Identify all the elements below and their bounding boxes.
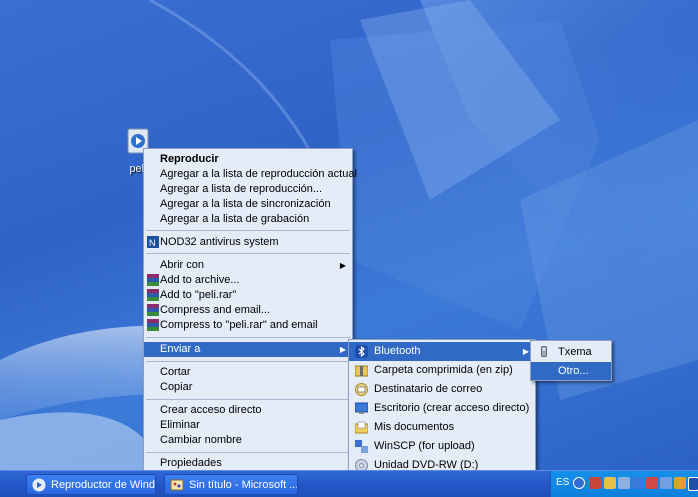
menu-item-crear-acceso-directo[interactable]: Crear acceso directo xyxy=(144,403,352,418)
documents-folder-icon xyxy=(355,421,368,434)
sendto-item-my-documents[interactable]: Mis documentos xyxy=(349,418,535,437)
language-indicator[interactable]: ES xyxy=(556,477,569,488)
winrar-icon xyxy=(147,274,159,286)
winrar-icon xyxy=(147,289,159,301)
bluetooth-icon xyxy=(355,345,368,358)
winscp-icon xyxy=(355,440,368,453)
menu-separator xyxy=(146,253,350,254)
media-player-icon xyxy=(32,478,46,492)
menu-item-nod32[interactable]: N NOD32 antivirus system xyxy=(144,235,352,250)
antivirus-icon[interactable] xyxy=(646,477,658,489)
menu-separator xyxy=(146,361,350,362)
paint-icon xyxy=(170,479,184,491)
nod32-icon: N xyxy=(147,236,159,248)
menu-item-compress-email[interactable]: Compress and email... xyxy=(144,303,352,318)
sendto-item-bluetooth[interactable]: Bluetooth ▶ xyxy=(349,342,535,361)
menu-item-reproducir[interactable]: Reproducir xyxy=(144,152,352,167)
sendto-item-desktop[interactable]: Escritorio (crear acceso directo) xyxy=(349,399,535,418)
winrar-icon xyxy=(147,304,159,316)
submenu-arrow-icon: ▶ xyxy=(339,345,346,354)
volume-icon[interactable] xyxy=(660,477,672,489)
menu-item-enviar-a[interactable]: Enviar a ▶ xyxy=(144,342,352,357)
security-alert-icon[interactable] xyxy=(589,477,601,489)
menu-item-add-to-rar[interactable]: Add to "peli.rar" xyxy=(144,288,352,303)
taskbar-button-media-player[interactable]: Reproductor de Wind... xyxy=(26,474,156,495)
taskbar-button-paint[interactable]: Sin título - Microsoft ... xyxy=(164,474,298,495)
battery-icon[interactable] xyxy=(674,477,686,489)
menu-separator xyxy=(146,399,350,400)
submenu-arrow-icon: ▶ xyxy=(522,347,529,356)
sendto-item-winscp[interactable]: WinSCP (for upload) xyxy=(349,437,535,456)
menu-item-eliminar[interactable]: Eliminar xyxy=(144,418,352,433)
system-tray: ES xyxy=(550,471,698,497)
bluetooth-submenu: Txema Otro... xyxy=(530,340,612,381)
mail-icon xyxy=(355,383,368,396)
menu-separator xyxy=(146,230,350,231)
menu-separator xyxy=(146,337,350,338)
menu-item-cortar[interactable]: Cortar xyxy=(144,365,352,380)
menu-item-propiedades[interactable]: Propiedades xyxy=(144,456,352,471)
desktop-shortcut-icon xyxy=(355,402,368,414)
bt-item-txema[interactable]: Txema xyxy=(531,343,611,361)
display-icon[interactable] xyxy=(632,477,644,489)
menu-item-add-to-archive[interactable]: Add to archive... xyxy=(144,273,352,288)
bt-item-otro[interactable]: Otro... xyxy=(531,362,611,380)
menu-item-add-burn-list[interactable]: Agregar a la lista de grabación xyxy=(144,212,352,227)
sendto-item-mail-recipient[interactable]: Destinatario de correo xyxy=(349,380,535,399)
tray-expand-icon[interactable] xyxy=(573,477,585,489)
sendto-item-zip-folder[interactable]: Carpeta comprimida (en zip) xyxy=(349,361,535,380)
menu-separator xyxy=(146,452,350,453)
taskbar: Reproductor de Wind... Sin título - Micr… xyxy=(0,470,698,497)
sendto-submenu: Bluetooth ▶ Carpeta comprimida (en zip) … xyxy=(348,339,536,480)
context-menu: Reproducir Agregar a la lista de reprodu… xyxy=(143,148,357,472)
menu-item-add-playlist[interactable]: Agregar a lista de reproducción... xyxy=(144,182,352,197)
pen-icon[interactable] xyxy=(618,477,630,489)
media-control-icon[interactable] xyxy=(688,477,698,491)
menu-item-compress-rar-email[interactable]: Compress to "peli.rar" and email xyxy=(144,318,352,333)
menu-item-copiar[interactable]: Copiar xyxy=(144,380,352,395)
network-icon[interactable] xyxy=(604,477,616,489)
menu-item-add-sync-list[interactable]: Agregar a la lista de sincronización xyxy=(144,197,352,212)
menu-item-cambiar-nombre[interactable]: Cambiar nombre xyxy=(144,433,352,448)
zip-folder-icon xyxy=(355,365,368,377)
menu-item-abrir-con[interactable]: Abrir con ▶ xyxy=(144,258,352,273)
svg-text:N: N xyxy=(149,238,156,248)
submenu-arrow-icon: ▶ xyxy=(339,261,346,270)
menu-item-add-current-playlist[interactable]: Agregar a la lista de reproducción actua… xyxy=(144,167,357,182)
winrar-icon xyxy=(147,319,159,331)
phone-icon xyxy=(541,346,547,357)
